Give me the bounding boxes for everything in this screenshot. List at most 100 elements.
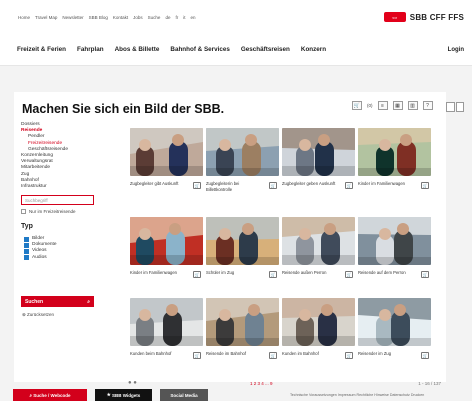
image-card[interactable]: Kinder im Familienwagen 🛒 [130, 217, 203, 278]
image-card[interactable]: Reisende auf dem Perron 🛒 [358, 217, 431, 278]
photo-icon [282, 298, 355, 346]
footer-bar: ⌕ Suche / Webcode ★ SBB Widgets Social M… [0, 389, 472, 401]
add-to-cart-icon[interactable]: 🛒 [345, 352, 353, 359]
panel-toggle-icon[interactable] [446, 102, 464, 112]
large-grid-icon[interactable]: ▥ [407, 101, 418, 110]
image-card[interactable]: Reisender im Zug 🛒 [358, 298, 431, 359]
image-card[interactable]: Kunden im Bahnhof 🛒 [282, 298, 355, 359]
main-nav-item-4[interactable]: Geschäftsreisen [241, 46, 290, 53]
search-input[interactable]: Suchbegriff [21, 195, 94, 205]
search-button[interactable]: Suchen ⌕ [21, 296, 94, 307]
image-card[interactable]: Reisende im Bahnhof 🛒 [206, 298, 279, 359]
image-caption: Kinder im Familienwagen [358, 181, 406, 186]
grid-view-icon[interactable]: ▦ [392, 101, 403, 110]
image-thumbnail[interactable] [206, 128, 279, 176]
category-item-10[interactable]: Infrastruktur [21, 184, 109, 190]
type-filter-3[interactable]: Audios [24, 255, 57, 261]
image-thumbnail[interactable] [282, 217, 355, 265]
main-nav-item-0[interactable]: Freizeit & Ferien [17, 46, 66, 53]
add-to-cart-icon[interactable]: 🛒 [193, 182, 201, 189]
photo-icon [130, 298, 203, 346]
add-to-cart-icon[interactable]: 🛒 [269, 352, 277, 359]
add-to-cart-icon[interactable]: 🛒 [269, 182, 277, 189]
image-card[interactable]: Zugbegleiter gibt Auskunft 🛒 [130, 128, 203, 189]
login-link[interactable]: Login [448, 47, 464, 53]
main-navigation: Freizeit & Ferien Fahrplan Abos & Billette… [0, 36, 472, 66]
top-link-4[interactable]: Kontakt [113, 15, 128, 20]
sbb-widgets-button[interactable]: ★ SBB Widgets [95, 389, 152, 401]
image-card[interactable]: Kinder im Familienwagen 🛒 [358, 128, 431, 189]
top-link-1[interactable]: Travel Map [35, 15, 57, 20]
top-link-7[interactable]: de [165, 15, 170, 20]
view-tools: 🛒 (0) ≡ ▦ ▥ ? [352, 101, 433, 110]
cart-icon[interactable]: 🛒 [352, 101, 362, 110]
top-link-5[interactable]: Jobs [133, 15, 143, 20]
add-to-cart-icon[interactable]: 🛒 [421, 271, 429, 278]
image-card[interactable]: Schüler im Zug 🛒 [206, 217, 279, 278]
image-thumbnail[interactable] [130, 217, 203, 265]
top-link-0[interactable]: Home [18, 15, 30, 20]
search-webcode-button[interactable]: ⌕ Suche / Webcode [13, 389, 87, 401]
add-to-cart-icon[interactable]: 🛒 [421, 182, 429, 189]
main-nav-item-2[interactable]: Abos & Billette [115, 46, 160, 53]
image-card[interactable]: Reisende außen Perron 🛒 [282, 217, 355, 278]
category-tree: Dossiers Reisende Pendler Freizeitreisende G… [21, 122, 109, 190]
carousel-dots[interactable]: ● ● [128, 380, 137, 386]
top-link-8[interactable]: fr [175, 15, 178, 20]
social-media-button[interactable]: Social Media [160, 389, 208, 401]
add-to-cart-icon[interactable]: 🛒 [269, 271, 277, 278]
freizeit-only-label: Nur im Freizeitreisende [29, 209, 76, 214]
top-link-3[interactable]: SBB Blog [89, 15, 108, 20]
image-thumbnail[interactable] [282, 298, 355, 346]
photo-icon [358, 298, 431, 346]
image-thumbnail[interactable] [282, 128, 355, 176]
photo-icon [206, 217, 279, 265]
sbb-logo[interactable]: ⇔ SBB CFF FFS [383, 12, 464, 22]
add-to-cart-icon[interactable]: 🛒 [345, 182, 353, 189]
add-to-cart-icon[interactable]: 🛒 [421, 352, 429, 359]
checkbox-icon [24, 236, 29, 242]
image-card[interactable]: Zugbegleiterin bei Billettkontrolle 🛒 [206, 128, 279, 192]
photo-icon [206, 128, 279, 176]
image-database-panel: Machen Sie sich ein Bild der SBB. 🛒 (0) … [14, 92, 446, 382]
list-view-icon[interactable]: ≡ [377, 101, 388, 110]
add-to-cart-icon[interactable]: 🛒 [193, 271, 201, 278]
image-thumbnail[interactable] [358, 217, 431, 265]
image-card[interactable]: Zugbegleiter geben Auskunft 🛒 [282, 128, 355, 189]
type-filter-title: Typ [21, 223, 33, 230]
main-nav-item-5[interactable]: Konzern [301, 46, 326, 53]
type-filter-label: Audios [32, 254, 47, 260]
top-links: Home Travel Map Newsletter SBB Blog Kontakt J… [18, 15, 195, 20]
add-to-cart-icon[interactable]: 🛒 [193, 352, 201, 359]
help-icon[interactable]: ? [422, 101, 433, 110]
image-caption: Reisende außen Perron [282, 270, 327, 275]
photo-icon [358, 128, 431, 176]
image-caption: Kunden beim Bahnhof [130, 351, 172, 356]
image-thumbnail[interactable] [206, 298, 279, 346]
page-title: Machen Sie sich ein Bild der SBB. [22, 102, 225, 116]
add-to-cart-icon[interactable]: 🛒 [345, 271, 353, 278]
top-link-2[interactable]: Newsletter [62, 15, 83, 20]
top-link-10[interactable]: en [190, 15, 195, 20]
freizeit-only-checkbox[interactable]: Nur im Freizeitreisende [21, 209, 76, 214]
top-link-6[interactable]: Suche [148, 15, 161, 20]
top-bar: Home Travel Map Newsletter SBB Blog Kontakt J… [0, 0, 472, 36]
photo-icon [358, 217, 431, 265]
main-nav-item-3[interactable]: Bahnhof & Services [170, 46, 230, 53]
image-thumbnail[interactable] [358, 298, 431, 346]
image-caption: Reisende auf dem Perron [358, 270, 406, 275]
image-thumbnail[interactable] [130, 128, 203, 176]
pagination[interactable]: 1 2 3 4 ... 9 [250, 381, 273, 386]
cart-count: (0) [367, 103, 373, 108]
image-caption: Kunden im Bahnhof [282, 351, 319, 356]
sbb-logo-mark-icon: ⇔ [383, 12, 406, 22]
footer-links[interactable]: Technische Voraussetzungen Impressum Rec… [290, 393, 424, 397]
reset-link[interactable]: ⊗ Zurücksetzen [22, 312, 54, 318]
image-thumbnail[interactable] [130, 298, 203, 346]
image-card[interactable]: Kunden beim Bahnhof 🛒 [130, 298, 203, 359]
main-nav-item-1[interactable]: Fahrplan [77, 46, 104, 53]
image-thumbnail[interactable] [358, 128, 431, 176]
image-thumbnail[interactable] [206, 217, 279, 265]
top-link-9[interactable]: it [183, 15, 185, 20]
search-icon: ⌕ [87, 298, 90, 305]
